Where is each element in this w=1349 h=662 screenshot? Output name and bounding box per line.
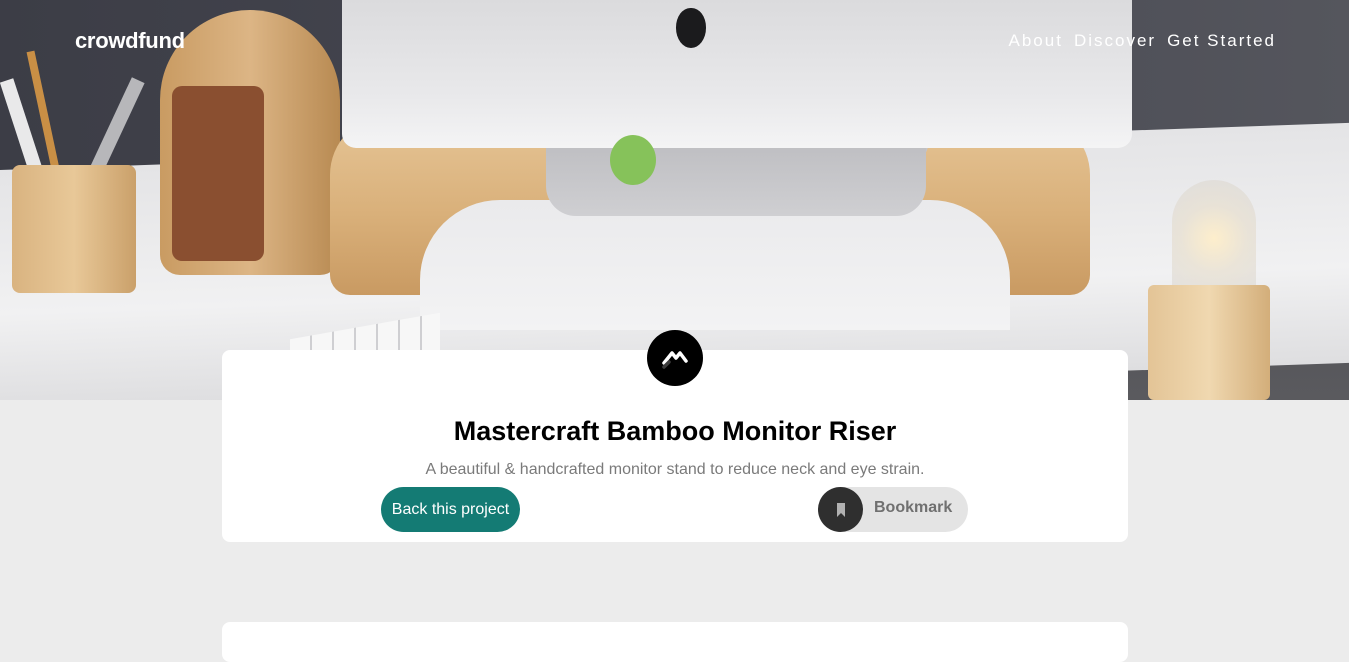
site-logo[interactable]: crowdfund bbox=[75, 28, 185, 54]
hero-monitor bbox=[342, 0, 1132, 148]
nav-discover[interactable]: Discover bbox=[1074, 31, 1156, 51]
hero-figurine bbox=[610, 135, 656, 185]
back-project-button[interactable]: Back this project bbox=[381, 487, 520, 532]
hero-pencup bbox=[12, 165, 136, 293]
bookmark-button[interactable]: Bookmark bbox=[818, 487, 968, 532]
bookmark-icon bbox=[818, 487, 863, 532]
hero-speaker-grill bbox=[172, 86, 264, 261]
stats-card bbox=[222, 622, 1128, 662]
project-title: Mastercraft Bamboo Monitor Riser bbox=[453, 416, 897, 446]
mastercraft-logo-icon bbox=[647, 330, 703, 386]
nav-get-started[interactable]: Get Started bbox=[1167, 31, 1276, 51]
project-description: A beautiful & handcrafted monitor stand … bbox=[425, 461, 925, 478]
hero-lamp-base bbox=[1148, 285, 1270, 400]
hero-apple-logo bbox=[676, 8, 706, 48]
hero-riser-gap bbox=[420, 200, 1010, 330]
nav-about[interactable]: About bbox=[1009, 31, 1063, 51]
bookmark-label: Bookmark bbox=[874, 499, 953, 516]
main-nav: About Discover Get Started bbox=[1009, 31, 1277, 51]
